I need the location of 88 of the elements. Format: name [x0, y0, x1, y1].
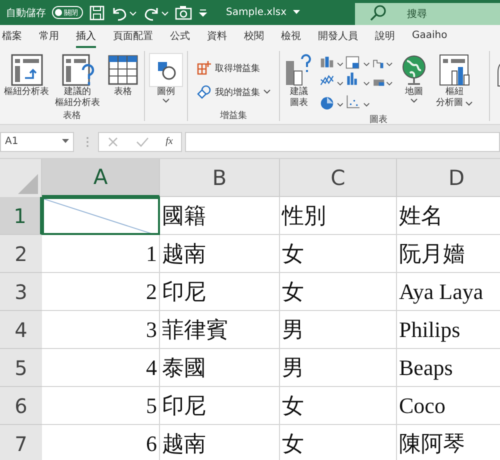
- column-header[interactable]: B: [160, 159, 280, 197]
- name-box[interactable]: A1: [0, 132, 74, 152]
- chart-question-icon: [284, 53, 314, 87]
- maps-button[interactable]: 地圖: [396, 53, 432, 113]
- table-cell: 陳阿琴: [397, 425, 500, 460]
- table-cell: 5: [42, 387, 160, 425]
- save-icon[interactable]: [89, 4, 105, 20]
- get-addins-button[interactable]: 取得增益集: [190, 59, 277, 77]
- ribbon-tab[interactable]: 頁面配置: [113, 26, 153, 48]
- camera-icon[interactable]: [175, 5, 192, 20]
- formula-input[interactable]: [185, 132, 500, 152]
- table-cell: 印尼: [160, 387, 280, 425]
- ribbon-tab[interactable]: 說明: [375, 26, 395, 48]
- table-cell: 國籍: [160, 197, 280, 235]
- table-cell: 越南: [160, 235, 280, 273]
- table-cell: 男: [280, 311, 397, 349]
- table-cell: 女: [280, 425, 397, 460]
- pivot-chart-icon: [438, 53, 472, 87]
- drag-handle-icon[interactable]: [86, 136, 89, 148]
- table-button[interactable]: 表格: [104, 53, 142, 109]
- column-header[interactable]: A: [42, 159, 160, 197]
- ribbon-tab[interactable]: 檢視: [281, 26, 301, 48]
- table-cell: 印尼: [160, 273, 280, 311]
- table-cell: 1: [42, 235, 160, 273]
- row-header[interactable]: 3: [0, 273, 42, 311]
- group-label: 表格: [63, 110, 81, 121]
- table-cell: Coco: [397, 387, 500, 425]
- pivot-table-question-icon: [60, 53, 94, 87]
- table-cell: 男: [280, 349, 397, 387]
- caret-icon[interactable]: [292, 10, 300, 15]
- autosave-label: 自動儲存: [6, 6, 46, 20]
- triangle-icon: [18, 174, 38, 194]
- table-cell: 4: [42, 349, 160, 387]
- group-label: 增益集: [220, 110, 247, 121]
- table-cell: 阮月嬙: [397, 235, 500, 273]
- my-addins-button[interactable]: 我的增益集: [190, 83, 277, 101]
- ribbon-tab[interactable]: Gaaiho: [412, 27, 448, 46]
- ribbon-tab[interactable]: 公式: [170, 26, 190, 48]
- row-header[interactable]: 2: [0, 235, 42, 273]
- recommended-pivot-table-button[interactable]: 建議的 樞紐分析表: [53, 53, 102, 109]
- table-cell: 越南: [160, 425, 280, 460]
- ribbon-tab[interactable]: 檔案: [2, 26, 22, 48]
- column-header[interactable]: D: [397, 159, 500, 197]
- ribbon-tab[interactable]: 開發人員: [318, 26, 358, 48]
- table-cell: 女: [280, 387, 397, 425]
- ribbon-tab[interactable]: 校閱: [244, 26, 264, 48]
- illustrations-button[interactable]: 圖例: [147, 53, 185, 121]
- diagonal-cell[interactable]: [42, 197, 160, 235]
- row-header[interactable]: 7: [0, 425, 42, 460]
- caret-icon: [465, 100, 473, 106]
- file-name[interactable]: Sample.xlsx: [226, 7, 286, 18]
- grid-plus-icon: [196, 60, 212, 76]
- caret-icon: [263, 89, 271, 95]
- search-icon: [369, 4, 387, 22]
- table-cell: 女: [280, 235, 397, 273]
- ribbon-tab[interactable]: 資料: [207, 26, 227, 48]
- insert-function-button[interactable]: fx: [166, 136, 173, 147]
- table-cell: 姓名: [397, 197, 500, 235]
- check-icon[interactable]: [135, 136, 150, 148]
- column-header[interactable]: C: [280, 159, 397, 197]
- table-icon: [106, 53, 140, 87]
- table-cell: 3: [42, 311, 160, 349]
- row-header[interactable]: 1: [0, 197, 42, 235]
- table-cell: 女: [280, 273, 397, 311]
- ribbon-tab[interactable]: 常用: [39, 26, 59, 48]
- table-cell: Aya Laya: [397, 273, 500, 311]
- recommended-charts-button[interactable]: 建議 圖表: [282, 53, 316, 113]
- pivot-table-icon: [10, 53, 44, 87]
- pivot-table-button[interactable]: 樞紐分析表: [2, 53, 51, 109]
- table-cell: 菲律賓: [160, 311, 280, 349]
- table-cell: 2: [42, 273, 160, 311]
- customize-caret-icon[interactable]: [198, 8, 208, 18]
- table-cell: 泰國: [160, 349, 280, 387]
- caret-icon: [62, 139, 69, 144]
- shapes-outline-icon: [196, 84, 212, 100]
- search-field[interactable]: 搜尋: [355, 3, 500, 25]
- table-cell: Beaps: [397, 349, 500, 387]
- caret-icon: [162, 98, 170, 104]
- row-header[interactable]: 6: [0, 387, 42, 425]
- caret-icon: [410, 98, 418, 104]
- row-header[interactable]: 4: [0, 311, 42, 349]
- pivot-chart-button[interactable]: 樞紐 分析圖: [434, 53, 475, 113]
- row-header[interactable]: 5: [0, 349, 42, 387]
- table-cell: 性別: [280, 197, 397, 235]
- table-cell: 6: [42, 425, 160, 460]
- group-label: 圖表: [370, 114, 388, 124]
- shapes-icon: [149, 53, 183, 87]
- table-cell: Philips: [397, 311, 500, 349]
